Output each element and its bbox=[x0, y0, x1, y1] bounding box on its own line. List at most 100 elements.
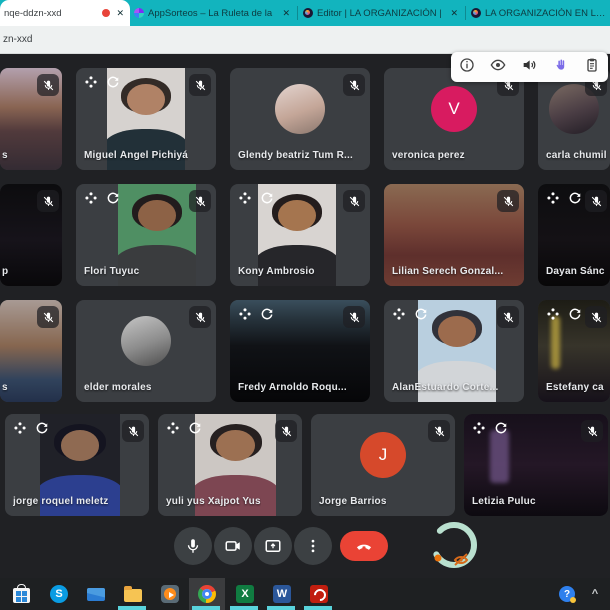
mic-button[interactable] bbox=[174, 527, 212, 565]
participant-tile[interactable]: JJorge Barrios bbox=[311, 414, 455, 516]
participant-name: s bbox=[2, 382, 8, 393]
participant-tile[interactable]: AlanEstuardo Corte... bbox=[384, 300, 524, 402]
address-bar[interactable]: zn-xxd bbox=[0, 26, 610, 54]
taskbar-word-icon[interactable]: W bbox=[271, 583, 293, 605]
extension-refresh-icon[interactable] bbox=[568, 191, 582, 205]
taskbar-store-icon[interactable] bbox=[10, 583, 32, 605]
extension-refresh-icon[interactable] bbox=[260, 191, 274, 205]
video-figure bbox=[138, 200, 176, 231]
participant-tile[interactable]: jorge roquel meletz bbox=[5, 414, 149, 516]
extension-move-icon[interactable] bbox=[238, 307, 252, 321]
tab-close-icon[interactable]: ✕ bbox=[280, 8, 292, 19]
participant-tile[interactable]: yuli yus Xajpot Yus bbox=[158, 414, 302, 516]
end-call-button[interactable] bbox=[340, 531, 388, 561]
extension-move-icon[interactable] bbox=[84, 191, 98, 205]
url-text: zn-xxd bbox=[0, 34, 32, 45]
taskbar-skype-icon[interactable]: S bbox=[48, 583, 70, 605]
avatar: J bbox=[360, 432, 406, 478]
extension-refresh-icon[interactable] bbox=[35, 421, 49, 435]
participant-tile[interactable]: Kony Ambrosio bbox=[230, 184, 370, 286]
participant-tile[interactable]: p bbox=[0, 184, 62, 286]
eye-icon[interactable] bbox=[490, 57, 506, 78]
avatar bbox=[121, 316, 171, 366]
recording-dot-icon bbox=[102, 9, 110, 17]
mic-off-icon bbox=[275, 420, 297, 442]
participant-tile[interactable]: Miguel Ángel Pichiyá bbox=[76, 68, 216, 170]
mic-off-icon bbox=[37, 306, 59, 328]
tab-separator bbox=[465, 6, 466, 20]
participant-tile[interactable]: Lilian Serech Gonzal... bbox=[384, 184, 524, 286]
participant-tile[interactable]: Estefany ca bbox=[538, 300, 610, 402]
extension-refresh-icon[interactable] bbox=[568, 307, 582, 321]
mic-off-icon bbox=[37, 190, 59, 212]
tab-title: LA ORGANIZACIÓN EN LAS bbox=[485, 8, 606, 19]
tab-close-icon[interactable]: ✕ bbox=[114, 8, 126, 19]
taskbar-file-explorer-icon[interactable] bbox=[122, 583, 144, 605]
taskbar-excel-icon[interactable]: X bbox=[234, 583, 256, 605]
participant-tile[interactable]: Dayan Sánc bbox=[538, 184, 610, 286]
movies-glyph bbox=[161, 585, 179, 603]
extension-move-icon[interactable] bbox=[84, 75, 98, 89]
participant-name: Estefany ca bbox=[546, 382, 604, 393]
running-app-indicator bbox=[118, 606, 146, 610]
clipboard-icon[interactable] bbox=[584, 57, 600, 78]
tray-chevron-up-icon[interactable]: ^ bbox=[584, 583, 606, 605]
participant-tile[interactable]: Fredy Arnoldo Roqu... bbox=[230, 300, 370, 402]
running-app-indicator bbox=[304, 606, 332, 610]
extension-refresh-icon[interactable] bbox=[494, 421, 508, 435]
info-icon[interactable] bbox=[459, 57, 475, 78]
mic-off-icon bbox=[581, 420, 603, 442]
running-app-indicator bbox=[267, 606, 295, 610]
mic-off-icon bbox=[428, 420, 450, 442]
tray-help-icon[interactable]: ? bbox=[556, 583, 578, 605]
participant-tile[interactable]: elder morales bbox=[76, 300, 216, 402]
participant-name: Flori Tuyuc bbox=[84, 266, 139, 277]
taskbar-acrobat-icon[interactable] bbox=[308, 583, 330, 605]
tab-close-icon[interactable]: ✕ bbox=[448, 8, 460, 19]
taskbar-mail-icon[interactable] bbox=[85, 583, 107, 605]
camera-button[interactable] bbox=[214, 527, 252, 565]
mic-off-icon bbox=[497, 190, 519, 212]
excel-glyph: X bbox=[236, 585, 254, 603]
genially-icon bbox=[303, 8, 313, 18]
extension-refresh-icon[interactable] bbox=[260, 307, 274, 321]
participant-tile[interactable]: s bbox=[0, 300, 62, 402]
tab-title: AppSorteos – La Ruleta de la bbox=[148, 8, 276, 19]
extension-refresh-icon[interactable] bbox=[106, 191, 120, 205]
mic-off-icon bbox=[585, 190, 607, 212]
participant-name: Lilian Serech Gonzal... bbox=[392, 266, 503, 277]
mic-off-icon bbox=[497, 306, 519, 328]
extension-refresh-icon[interactable] bbox=[188, 421, 202, 435]
tab-meet[interactable]: nqe-ddzn-xxd ✕ bbox=[0, 0, 130, 26]
participant-tile[interactable]: Letizia Puluc bbox=[464, 414, 608, 516]
participant-tile[interactable]: Flori Tuyuc bbox=[76, 184, 216, 286]
participant-name: Glendy beatriz Tum R... bbox=[238, 150, 353, 161]
participant-name: Kony Ambrosio bbox=[238, 266, 315, 277]
raised-hand-icon[interactable] bbox=[553, 57, 569, 78]
participant-tile[interactable]: Vveronica perez bbox=[384, 68, 524, 170]
tab-appsorteos[interactable]: AppSorteos – La Ruleta de la ✕ bbox=[130, 0, 296, 26]
tab-genially-editor[interactable]: Editor | LA ORGANIZACIÓN | ✕ bbox=[299, 0, 464, 26]
participant-tile[interactable]: s bbox=[0, 68, 62, 170]
tab-genially-view[interactable]: LA ORGANIZACIÓN EN LAS bbox=[467, 0, 610, 26]
participant-tile[interactable]: carla chumil bbox=[538, 68, 610, 170]
participant-tile[interactable]: Glendy beatriz Tum R... bbox=[230, 68, 370, 170]
extension-move-icon[interactable] bbox=[546, 307, 560, 321]
more-options-button[interactable] bbox=[294, 527, 332, 565]
extension-move-icon[interactable] bbox=[238, 191, 252, 205]
speaker-icon[interactable] bbox=[521, 57, 537, 78]
timer-gauge-widget[interactable] bbox=[428, 520, 482, 572]
extension-refresh-icon[interactable] bbox=[106, 75, 120, 89]
extension-move-icon[interactable] bbox=[472, 421, 486, 435]
extension-move-icon[interactable] bbox=[166, 421, 180, 435]
extension-move-icon[interactable] bbox=[546, 191, 560, 205]
mic-off-icon bbox=[343, 74, 365, 96]
taskbar-chrome-icon[interactable] bbox=[196, 583, 218, 605]
extension-move-icon[interactable] bbox=[13, 421, 27, 435]
avatar bbox=[275, 84, 325, 134]
extension-refresh-icon[interactable] bbox=[414, 307, 428, 321]
mail-glyph bbox=[87, 588, 105, 601]
extension-move-icon[interactable] bbox=[392, 307, 406, 321]
present-screen-button[interactable] bbox=[254, 527, 292, 565]
taskbar-movies-icon[interactable] bbox=[159, 583, 181, 605]
